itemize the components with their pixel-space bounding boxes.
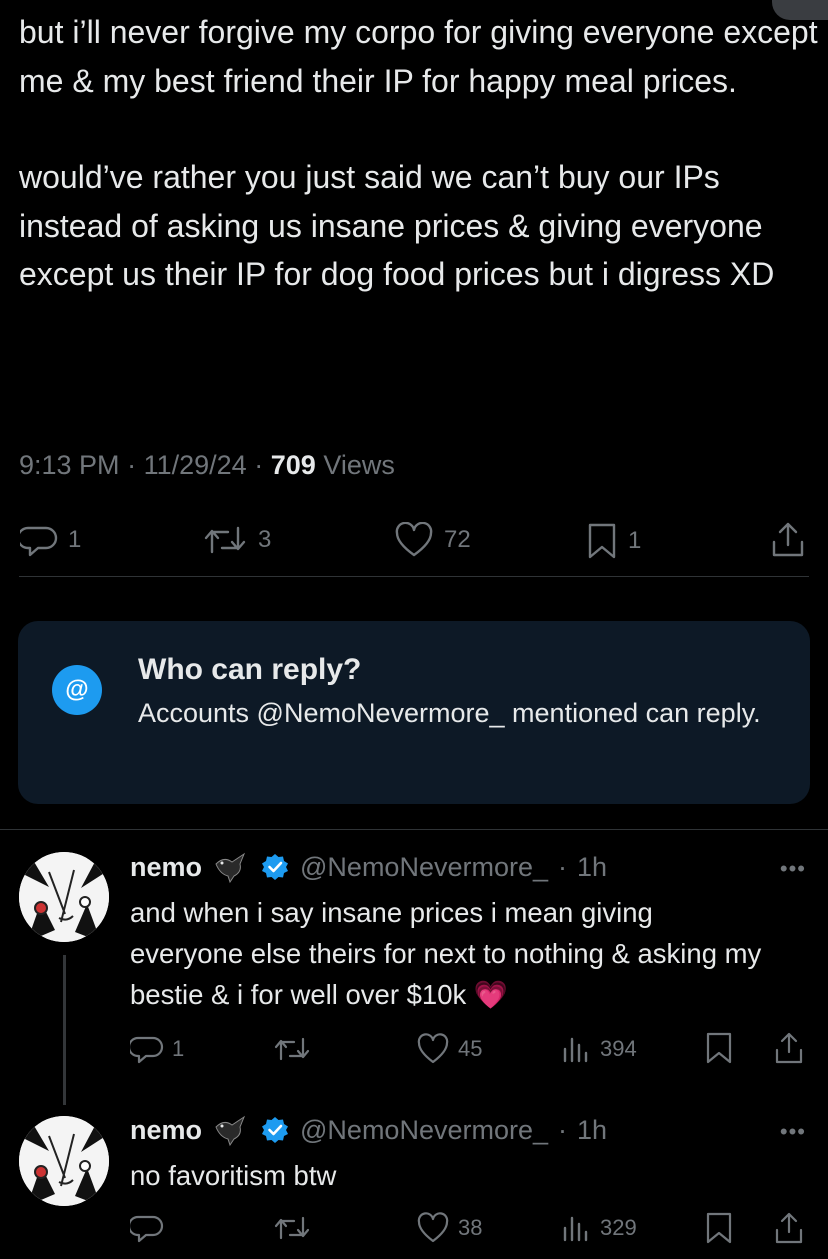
- reply-count: 1: [68, 526, 82, 553]
- post-time[interactable]: 1h: [577, 1115, 607, 1146]
- thread-connector: [63, 955, 66, 1105]
- at-icon: @: [52, 665, 102, 715]
- avatar[interactable]: [19, 852, 109, 942]
- views-button[interactable]: 329: [560, 1212, 637, 1244]
- verified-badge-icon: [262, 854, 289, 880]
- bookmark-button[interactable]: [704, 1211, 734, 1245]
- like-button[interactable]: 45: [416, 1033, 482, 1065]
- repost-icon: [274, 1216, 310, 1240]
- like-button[interactable]: 72: [394, 522, 471, 558]
- repost-button[interactable]: [272, 1033, 320, 1065]
- like-count: 38: [458, 1215, 483, 1240]
- section-divider: [0, 829, 828, 830]
- who-can-reply-description: Accounts @NemoNevermore_ mentioned can r…: [138, 698, 761, 728]
- reply-count: 1: [172, 1036, 185, 1061]
- verified-badge-icon: [262, 1117, 289, 1143]
- reply-header: nemo @NemoNevermore_ · 1h: [130, 1113, 607, 1147]
- tweet-time[interactable]: 9:13 PM: [19, 450, 120, 480]
- like-button[interactable]: 38: [416, 1212, 482, 1244]
- reply-text: and when i say insane prices i mean givi…: [130, 892, 770, 1015]
- reply-button[interactable]: 1: [130, 1033, 184, 1065]
- repost-icon: [204, 526, 246, 554]
- views-count: 394: [600, 1036, 637, 1061]
- reply-button[interactable]: [130, 1212, 172, 1244]
- pink-heart-emoji: 💗: [473, 979, 509, 1010]
- tweet-paragraph-1: but i’ll never forgive my corpo for givi…: [19, 14, 827, 99]
- views-count[interactable]: 709: [271, 450, 316, 480]
- share-button[interactable]: [772, 1030, 806, 1066]
- more-options-icon[interactable]: •••: [780, 1119, 806, 1145]
- bookmark-button[interactable]: [704, 1031, 734, 1065]
- action-divider: [19, 576, 809, 577]
- reply-icon: [130, 1036, 164, 1064]
- author-handle[interactable]: @NemoNevermore_: [300, 852, 548, 883]
- tweet-date[interactable]: 11/29/24: [144, 450, 247, 480]
- bookmark-button[interactable]: 1: [586, 522, 641, 560]
- share-icon: [772, 522, 804, 557]
- views-count: 329: [600, 1215, 637, 1240]
- blackbird-icon: [215, 1115, 246, 1147]
- bookmark-icon: [706, 1032, 732, 1064]
- views-chart-icon: [563, 1216, 588, 1242]
- post-time[interactable]: 1h: [577, 852, 607, 883]
- heart-icon: [417, 1212, 449, 1243]
- who-can-reply-title: Who can reply?: [138, 653, 362, 686]
- repost-count: 3: [258, 526, 272, 553]
- repost-button[interactable]: [272, 1212, 320, 1244]
- repost-button[interactable]: 3: [202, 522, 271, 558]
- more-options-icon[interactable]: •••: [780, 856, 806, 882]
- views-label[interactable]: Views: [323, 450, 395, 480]
- avatar-image: [19, 852, 109, 942]
- author-handle[interactable]: @NemoNevermore_: [300, 1115, 548, 1146]
- tweet-text: but i’ll never forgive my corpo for givi…: [19, 8, 819, 299]
- views-button[interactable]: 394: [560, 1033, 637, 1065]
- heart-icon: [395, 522, 433, 557]
- reply-text: no favoritism btw: [130, 1160, 337, 1191]
- tweet-paragraph-2: would’ve rather you just said we can’t b…: [19, 159, 775, 292]
- tweet-meta: 9:13 PM · 11/29/24 · 709 Views: [19, 450, 395, 481]
- reply-header: nemo @NemoNevermore_ · 1h: [130, 850, 607, 884]
- share-button[interactable]: [768, 520, 808, 560]
- bookmark-count: 1: [628, 527, 642, 554]
- meta-separator: ·: [127, 450, 137, 480]
- share-icon: [775, 1212, 803, 1244]
- meta-separator: ·: [558, 1114, 567, 1145]
- who-can-reply-box: @ Who can reply? Accounts @NemoNevermore…: [18, 621, 810, 804]
- like-count: 72: [444, 526, 471, 553]
- views-chart-icon: [563, 1037, 588, 1063]
- author-name[interactable]: nemo: [130, 1115, 202, 1146]
- avatar[interactable]: [19, 1116, 109, 1206]
- reply-icon: [20, 526, 58, 557]
- meta-separator: ·: [254, 450, 264, 480]
- blackbird-icon: [215, 852, 246, 884]
- bookmark-icon: [588, 523, 616, 559]
- bookmark-icon: [706, 1212, 732, 1244]
- meta-separator: ·: [558, 851, 567, 882]
- share-button[interactable]: [772, 1210, 806, 1246]
- heart-icon: [417, 1033, 449, 1064]
- like-count: 45: [458, 1036, 483, 1061]
- repost-icon: [274, 1037, 310, 1061]
- share-icon: [775, 1032, 803, 1064]
- avatar-image: [19, 1116, 109, 1206]
- author-name[interactable]: nemo: [130, 852, 202, 883]
- tweet-action-bar: 1 3 72 1: [0, 518, 828, 562]
- reply-button[interactable]: 1: [20, 522, 81, 558]
- reply-text-content: and when i say insane prices i mean givi…: [130, 897, 769, 1010]
- reply-icon: [130, 1215, 164, 1243]
